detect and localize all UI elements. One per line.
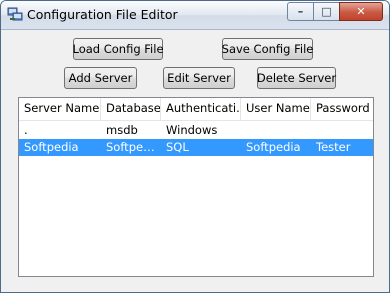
add-server-button[interactable]: Add Server bbox=[64, 67, 137, 89]
minimize-button[interactable]: – bbox=[287, 2, 313, 21]
edit-server-button[interactable]: Edit Server bbox=[163, 67, 235, 89]
cell-authentication: SQL bbox=[166, 140, 189, 154]
cell-database: msdb bbox=[106, 123, 138, 137]
column-password[interactable]: Password bbox=[311, 98, 373, 120]
cell-user-name bbox=[241, 122, 311, 139]
column-database[interactable]: Database bbox=[101, 98, 161, 120]
cell-server-name: . bbox=[24, 123, 28, 137]
table-row[interactable]: . msdb Windows bbox=[19, 122, 373, 139]
cell-database: Softpedi... bbox=[106, 140, 161, 154]
close-button[interactable]: ✕ bbox=[339, 2, 383, 21]
column-server-name[interactable]: Server Name bbox=[19, 98, 101, 120]
maximize-icon: □ bbox=[321, 5, 332, 18]
close-icon: ✕ bbox=[356, 5, 366, 18]
list-header: Server Name Database Authenticati... Use… bbox=[19, 98, 373, 121]
maximize-button[interactable]: □ bbox=[313, 2, 339, 21]
load-config-button[interactable]: Load Config File bbox=[72, 38, 164, 60]
cell-password: Tester bbox=[316, 140, 351, 154]
caption-buttons: – □ ✕ bbox=[287, 2, 383, 21]
minimize-icon: – bbox=[297, 5, 304, 18]
main-window: Configuration File Editor – □ ✕ Load Con… bbox=[0, 0, 390, 293]
window-title: Configuration File Editor bbox=[27, 7, 178, 22]
cell-authentication: Windows bbox=[166, 123, 218, 137]
table-row-selected[interactable]: Softpedia Softpedi... SQL Softpedia Test… bbox=[19, 139, 373, 156]
delete-server-button[interactable]: Delete Server bbox=[257, 67, 336, 89]
server-list[interactable]: Server Name Database Authenticati... Use… bbox=[18, 97, 374, 277]
column-authentication[interactable]: Authenticati... bbox=[161, 98, 241, 120]
column-user-name[interactable]: User Name bbox=[241, 98, 311, 120]
cell-user-name: Softpedia bbox=[246, 140, 301, 154]
cell-server-name: Softpedia bbox=[24, 140, 79, 154]
title-bar[interactable]: Configuration File Editor – □ ✕ bbox=[1, 1, 389, 30]
save-config-button[interactable]: Save Config File bbox=[222, 38, 313, 60]
cell-password bbox=[311, 122, 373, 139]
app-icon bbox=[7, 7, 23, 21]
